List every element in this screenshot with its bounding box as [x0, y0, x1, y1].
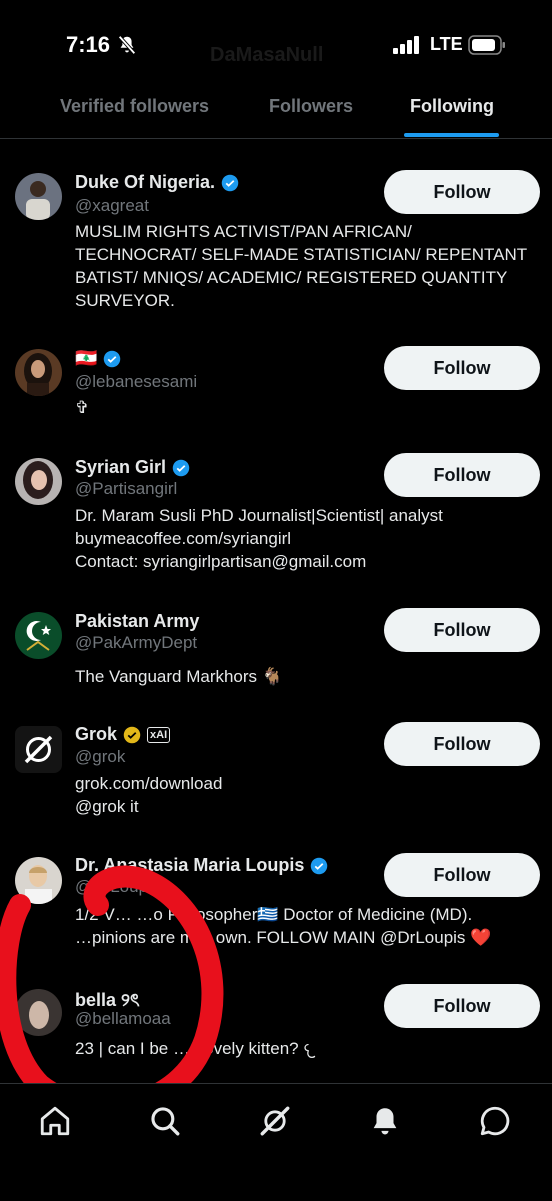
verified-badge-icon: [221, 174, 239, 191]
avatar[interactable]: [15, 458, 62, 505]
user-name-row[interactable]: Syrian Girl: [75, 457, 190, 478]
bell-muted-icon: [118, 35, 136, 55]
avatar[interactable]: [15, 857, 62, 904]
home-icon[interactable]: [38, 1104, 72, 1138]
user-name-row[interactable]: Grok xAI: [75, 724, 171, 745]
verified-badge-icon: [172, 459, 190, 476]
avatar[interactable]: [15, 349, 62, 396]
search-icon[interactable]: [148, 1104, 182, 1138]
user-bio: The Vanguard Markhors 🐐: [75, 667, 283, 686]
tab-followers[interactable]: Followers: [269, 96, 353, 117]
user-name: Grok: [75, 724, 118, 744]
user-handle: @Partisangirl: [75, 479, 178, 498]
battery-icon: [468, 35, 505, 55]
status-time: 7:16: [66, 32, 111, 57]
avatar[interactable]: [15, 173, 62, 220]
user-name-row[interactable]: Dr. Anastasia Maria Loupis: [75, 855, 328, 876]
tab-bar: Verified followers Followers Following: [0, 86, 552, 139]
user-name: Syrian Girl: [75, 457, 167, 477]
affiliate-xai-badge: xAI: [147, 726, 171, 743]
avatar[interactable]: [15, 612, 62, 659]
user-bio: ✞: [75, 398, 90, 417]
status-bar: DaMasaNull 7:16 LTE: [0, 0, 552, 90]
user-name: 🇱🇧: [75, 348, 98, 368]
verified-gold-badge-icon: [123, 726, 141, 743]
messages-icon[interactable]: [478, 1104, 512, 1138]
follow-button[interactable]: Follow: [384, 722, 540, 766]
active-tab-indicator: [404, 133, 499, 137]
user-bio: Dr. Maram Susli PhD Journalist|Scientist…: [75, 506, 443, 571]
follow-button[interactable]: Follow: [384, 984, 540, 1028]
avatar[interactable]: [15, 989, 62, 1036]
user-handle: @grok: [75, 747, 126, 766]
follow-button[interactable]: Follow: [384, 453, 540, 497]
bottom-nav: [0, 1083, 552, 1201]
user-handle: @DrLoupis__: [75, 877, 180, 896]
verified-badge-icon: [311, 857, 328, 874]
grok-icon[interactable]: [258, 1104, 292, 1138]
user-name-row[interactable]: Duke Of Nigeria.: [75, 172, 239, 193]
user-bio: 1/2 V… …o Philosopher🇬🇷 Doctor of Medici…: [75, 905, 492, 947]
user-handle: @bellamoaa: [75, 1009, 171, 1028]
user-name: Duke Of Nigeria.: [75, 172, 216, 192]
follow-button[interactable]: Follow: [384, 853, 540, 897]
avatar[interactable]: [15, 726, 62, 773]
user-handle: @lebanesesami: [75, 372, 198, 391]
carrier-label: LTE: [430, 34, 463, 54]
tab-following[interactable]: Following: [410, 96, 494, 117]
user-bio: 23 | can I be …r lovely kitten? 𐔌: [75, 1039, 315, 1058]
user-name: Dr. Anastasia Maria Loupis: [75, 855, 305, 875]
user-name-row[interactable]: 🇱🇧: [75, 348, 121, 369]
signal-icon: [393, 36, 419, 54]
user-bio: grok.com/download @grok it: [75, 774, 223, 816]
notifications-icon[interactable]: [368, 1104, 402, 1138]
user-handle: @xagreat: [75, 196, 149, 215]
follow-button[interactable]: Follow: [384, 608, 540, 652]
tab-verified-followers[interactable]: Verified followers: [60, 96, 209, 117]
follow-button[interactable]: Follow: [384, 170, 540, 214]
header-ghost-title: DaMasaNull: [210, 44, 324, 66]
user-name-row[interactable]: Pakistan Army: [75, 611, 199, 632]
user-name: Pakistan Army: [75, 611, 200, 631]
user-handle: @PakArmyDept: [75, 633, 198, 652]
verified-badge-icon: [104, 350, 121, 367]
follow-button[interactable]: Follow: [384, 346, 540, 390]
user-bio: MUSLIM RIGHTS ACTIVIST/PAN AFRICAN/ TECH…: [75, 222, 528, 310]
